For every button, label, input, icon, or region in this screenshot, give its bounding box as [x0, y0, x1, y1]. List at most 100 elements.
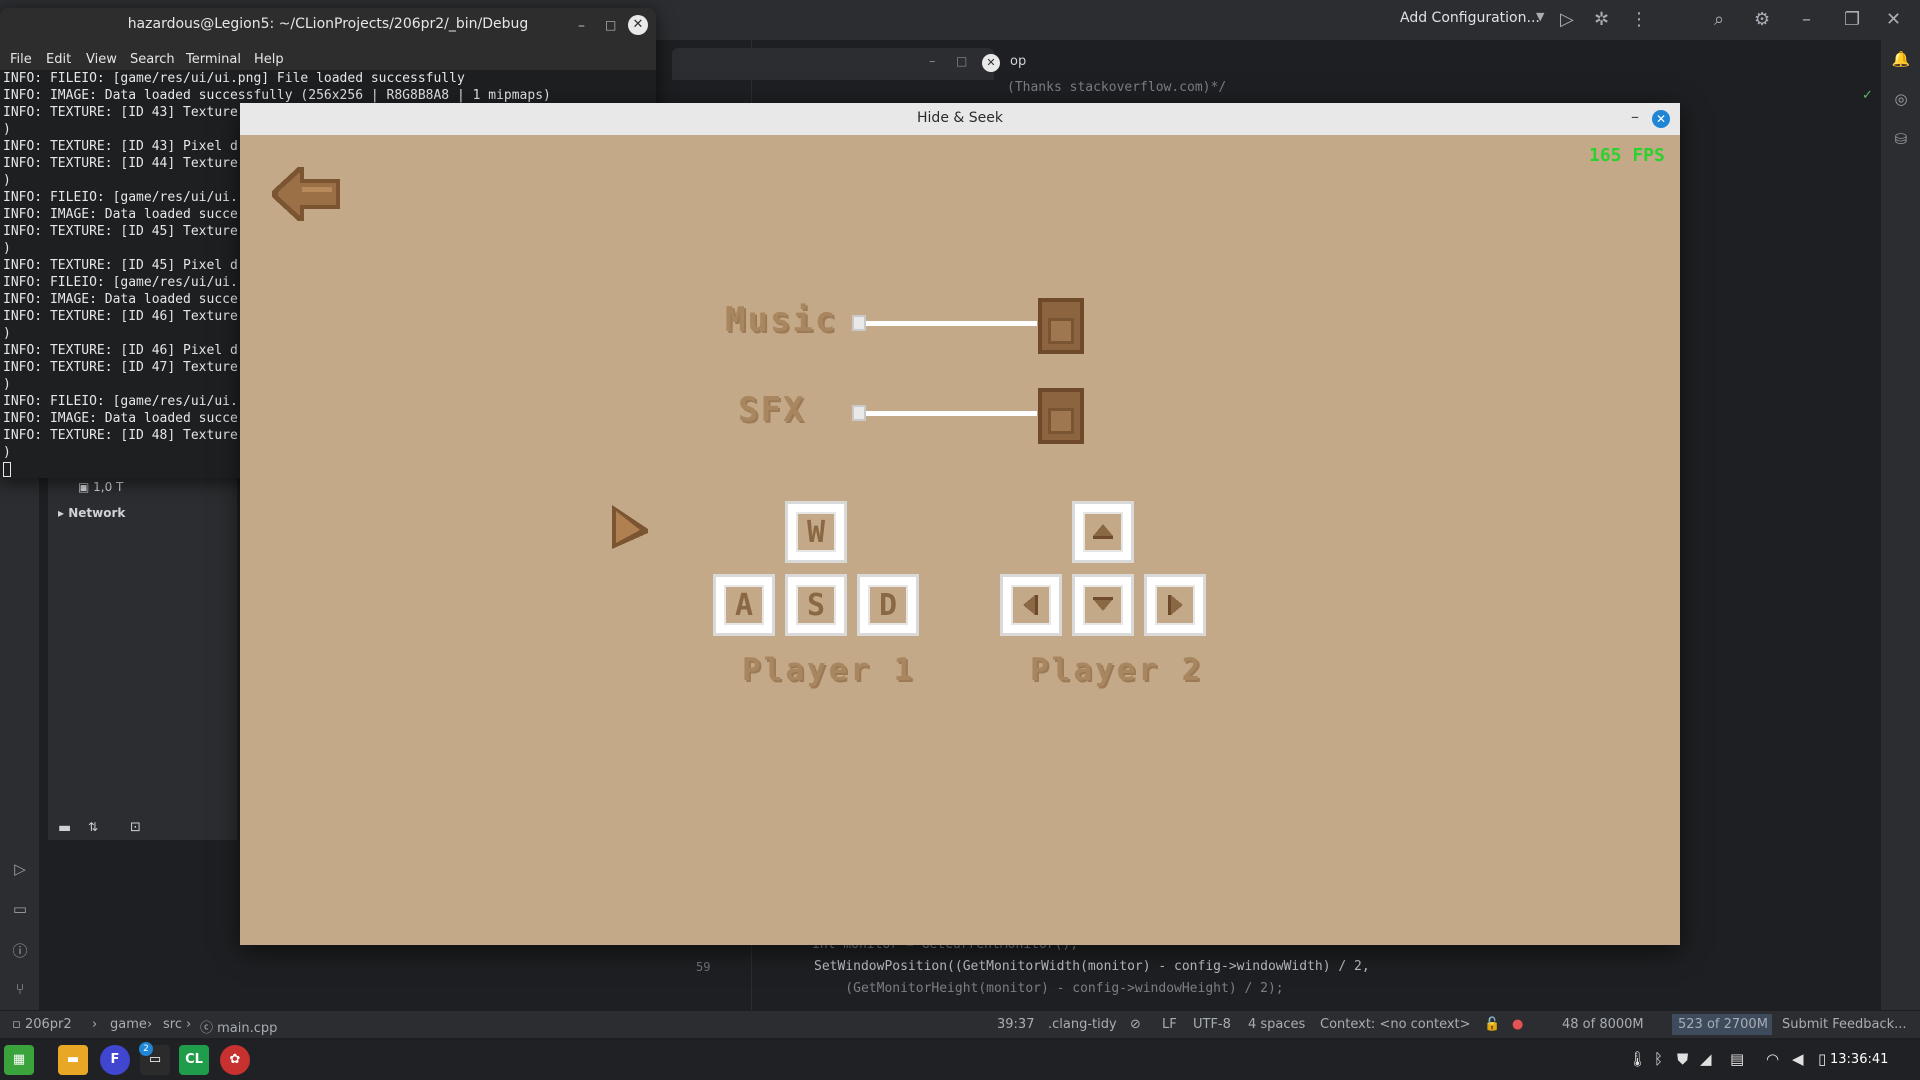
game-window[interactable]: Hide & Seek – ✕ 165 FPS Music SFX W A S … [240, 103, 1680, 945]
key-arrow-left[interactable] [1000, 574, 1062, 636]
key-arrow-right[interactable] [1144, 574, 1206, 636]
breadcrumb-file[interactable]: ⓒ main.cpp [200, 1017, 277, 1036]
close-icon[interactable]: ✕ [628, 15, 648, 35]
breadcrumb-project[interactable]: ▫ 206pr2 [12, 1017, 72, 1032]
breadcrumb-separator: › [147, 1017, 153, 1032]
taskbar: ▦ ▬ F ▭ 2 CL ✿ 🌡 ᛒ ⛊ ◢ ▤ ◠ ◀ ▯ 13:36:41 [0, 1040, 1920, 1080]
close-icon[interactable]: ✕ [1652, 110, 1670, 128]
gear-icon[interactable]: ⚙ [1754, 9, 1770, 30]
database-icon[interactable]: ⛁ [1891, 130, 1911, 150]
notifications-icon[interactable]: 🔔 [1891, 50, 1911, 70]
context-selector[interactable]: Context: <no context> [1320, 1017, 1471, 1032]
maximize-icon[interactable]: □ [605, 18, 616, 32]
clion-app-icon[interactable]: CL [179, 1045, 209, 1075]
key-s[interactable]: S [785, 574, 847, 636]
back-button[interactable] [270, 165, 348, 223]
inspection-icon[interactable]: ⊘ [1130, 1017, 1141, 1032]
sfx-slider-handle[interactable] [1038, 388, 1084, 444]
git-icon[interactable]: ⑂ [10, 980, 30, 1000]
key-arrow-up[interactable] [1072, 501, 1134, 563]
key-w-label: W [796, 512, 836, 552]
key-w[interactable]: W [785, 501, 847, 563]
battery-icon[interactable]: ▯ [1818, 1050, 1826, 1068]
temperature-icon[interactable]: 🌡 [1628, 1050, 1647, 1068]
menu-help[interactable]: Help [254, 52, 284, 67]
tree-item-network[interactable]: ▸ Network [58, 506, 125, 520]
menu-search[interactable]: Search [130, 52, 175, 67]
terminal-titlebar[interactable]: hazardous@Legion5: ~/CLionProjects/206pr… [0, 8, 656, 48]
arrow-right-icon [1168, 595, 1183, 615]
terminal-title: hazardous@Legion5: ~/CLionProjects/206pr… [127, 16, 529, 32]
memory-indicator[interactable]: 48 of 8000M [1562, 1017, 1644, 1032]
restore-icon[interactable]: ❐ [1844, 9, 1860, 30]
game-app-icon[interactable]: ✿ [220, 1045, 250, 1075]
layout-icon[interactable]: ⊡ [130, 820, 141, 835]
tree-item-label: Network [68, 506, 126, 520]
caret-position[interactable]: 39:37 [997, 1017, 1034, 1032]
key-a[interactable]: A [713, 574, 775, 636]
debug-icon[interactable]: ✲ [1594, 9, 1609, 30]
menu-file[interactable]: File [10, 52, 32, 67]
keyboard-layout-icon[interactable]: ▤ [1730, 1050, 1744, 1068]
shield-icon[interactable]: ⛊ [1677, 1050, 1688, 1068]
game-canvas[interactable]: 165 FPS Music SFX W A S D Player 1 Playe… [240, 135, 1680, 945]
terminal-cursor [3, 462, 11, 477]
menu-terminal[interactable]: Terminal [186, 52, 241, 67]
more-icon[interactable]: ⋮ [1630, 9, 1648, 30]
wifi-icon[interactable]: ◠ [1766, 1050, 1779, 1068]
file-encoding[interactable]: UTF-8 [1193, 1017, 1231, 1032]
files-app-icon[interactable]: ▬ [58, 1045, 88, 1075]
background-window-titlebar: – □ ✕ op [672, 48, 1026, 80]
minimize-icon[interactable]: – [1802, 9, 1811, 30]
terminal-line: INFO: FILEIO: [game/res/ui/ui.png] File … [3, 71, 465, 86]
terminal-icon[interactable]: ▭ [10, 900, 30, 920]
search-icon[interactable]: ⌕ [1714, 9, 1724, 30]
chevron-down-icon[interactable]: ▼ [1536, 10, 1544, 23]
bluetooth-icon[interactable]: ᛒ [1654, 1050, 1663, 1068]
music-slider-handle[interactable] [1038, 298, 1084, 354]
breadcrumb-folder[interactable]: game [110, 1017, 147, 1032]
music-slider-track[interactable] [853, 321, 1037, 326]
app-icon[interactable]: F [100, 1045, 130, 1075]
linter-status[interactable]: .clang-tidy [1048, 1017, 1117, 1032]
arrow-up-icon [1093, 524, 1113, 539]
maximize-icon[interactable]: □ [956, 54, 967, 68]
minimize-icon[interactable]: – [1631, 107, 1639, 126]
code-line: SetWindowPosition((GetMonitorWidth(monit… [814, 959, 1370, 974]
tree-item[interactable]: ▣ 1,0 T [78, 480, 123, 494]
player1-label: Player 1 [742, 652, 916, 688]
ide-right-toolstrip: 🔔 ◎ ⛁ [1880, 40, 1920, 1010]
close-icon[interactable]: ✕ [982, 54, 1000, 72]
volume-icon[interactable]: ◀ [1792, 1050, 1804, 1068]
menu-view[interactable]: View [86, 52, 117, 67]
slider-handle-inner [1048, 408, 1074, 434]
lock-icon[interactable]: 🔓 [1484, 1017, 1500, 1032]
key-arrow-up-face [1083, 512, 1123, 552]
editor-tab[interactable]: op [1010, 54, 1026, 69]
ai-assistant-icon[interactable]: ◎ [1891, 90, 1911, 110]
line-ending[interactable]: LF [1162, 1017, 1177, 1032]
start-menu-icon[interactable]: ▦ [4, 1045, 34, 1075]
error-icon[interactable]: ● [1512, 1017, 1523, 1032]
key-arrow-down[interactable] [1072, 574, 1134, 636]
services-icon[interactable]: ▷ [10, 860, 30, 880]
menu-edit[interactable]: Edit [46, 52, 71, 67]
minimize-icon[interactable]: – [578, 18, 585, 34]
add-configuration-button[interactable]: Add Configuration... [1400, 10, 1540, 26]
network-tray-icon[interactable]: ◢ [1700, 1050, 1712, 1068]
memory-indicator[interactable]: 523 of 2700M [1678, 1017, 1768, 1032]
problems-icon[interactable]: ⓘ [10, 940, 30, 960]
indent-setting[interactable]: 4 spaces [1248, 1017, 1305, 1032]
breadcrumb-folder[interactable]: src [163, 1017, 182, 1032]
run-icon[interactable]: ▷ [1560, 9, 1574, 30]
key-arrow-right-face [1155, 585, 1195, 625]
structure-icon[interactable]: ⇅ [88, 820, 98, 834]
submit-feedback-link[interactable]: Submit Feedback... [1782, 1017, 1907, 1032]
folder-icon[interactable]: ▬ [58, 820, 71, 836]
clock[interactable]: 13:36:41 [1830, 1052, 1888, 1067]
minimize-icon[interactable]: – [929, 54, 936, 69]
close-icon[interactable]: ✕ [1886, 9, 1901, 30]
sfx-slider-track[interactable] [853, 411, 1037, 416]
key-d[interactable]: D [857, 574, 919, 636]
game-titlebar[interactable]: Hide & Seek – ✕ [240, 103, 1680, 135]
